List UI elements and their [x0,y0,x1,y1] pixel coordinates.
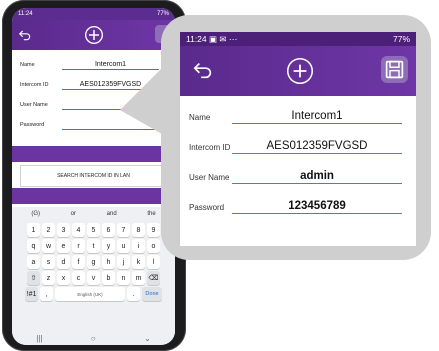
floppy-disk-glyph [385,60,404,79]
zoom-status-battery: 77% [392,34,410,44]
notification-icons: ▣ ✉ ⋯ [209,33,238,44]
name-input[interactable]: Intercom1 [232,109,402,124]
zoom-form: Name Intercom1 Intercom ID AES012359FVGS… [180,96,416,246]
intercom-id-input[interactable]: AES012359FVGSD [232,139,402,154]
password-input[interactable]: 123456789 [232,199,402,214]
zoom-status-bar: 11:24 ▣ ✉ ⋯ 77% [180,32,416,46]
zoom-form-row: Intercom ID AES012359FVGSD [180,132,416,162]
zoom-form-row: Name Intercom1 [180,102,416,132]
zoom-screen: 11:24 ▣ ✉ ⋯ 77% Name Intercom1 Intercom … [180,32,416,246]
zoom-status-time: 11:24 [186,33,207,44]
add-circle-icon[interactable] [286,57,314,85]
zoom-callout: 11:24 ▣ ✉ ⋯ 77% Name Intercom1 Intercom … [161,15,431,260]
user-name-label: User Name [189,173,230,182]
zoom-form-row: User Name admin [180,162,416,192]
password-label: Password [189,203,225,212]
zoom-app-bar [180,46,416,96]
name-label: Name [189,113,211,122]
zoom-form-row: Password 123456789 [180,192,416,222]
user-name-input[interactable]: admin [232,169,402,184]
intercom-id-label: Intercom ID [189,143,231,152]
back-arrow-icon[interactable] [192,59,214,81]
floppy-disk-icon[interactable] [381,56,408,83]
zoom-status-left: 11:24 ▣ ✉ ⋯ [186,34,237,45]
